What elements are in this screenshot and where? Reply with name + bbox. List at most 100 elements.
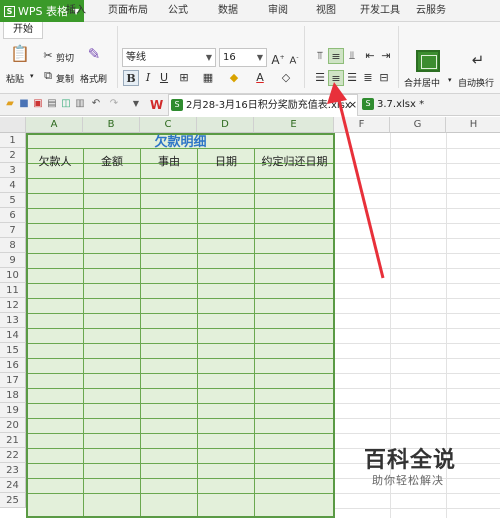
row-header[interactable]: 24 (0, 478, 26, 493)
wps-w-logo-icon: W (150, 98, 164, 112)
clipboard-icon[interactable]: 📋 (10, 46, 30, 68)
copy-icon[interactable]: ⧉ (40, 68, 56, 84)
scissors-icon[interactable]: ✂ (40, 48, 56, 64)
wps-home-tab[interactable]: W (150, 94, 163, 116)
spellcheck-icon[interactable]: ▥ (74, 98, 86, 110)
row-header[interactable]: 5 (0, 193, 26, 208)
column-header[interactable]: G (390, 117, 446, 133)
header-cell[interactable]: 事由 (141, 154, 197, 169)
fill-color-icon[interactable]: ◆ (226, 70, 242, 86)
font-size-select[interactable]: 16 ▼ (219, 48, 267, 67)
format-painter-button[interactable]: 格式刷 (80, 72, 107, 85)
align-bottom-icon[interactable]: ⫫ (344, 48, 360, 64)
align-left-icon[interactable]: ☰ (312, 70, 328, 86)
close-icon[interactable]: × (348, 94, 357, 116)
row-header[interactable]: 6 (0, 208, 26, 223)
row-header[interactable]: 2 (0, 148, 26, 163)
tab-page-layout[interactable]: 页面布局 (108, 0, 148, 22)
distributed-icon[interactable]: ⊟ (376, 70, 392, 86)
column-header[interactable]: D (197, 117, 254, 133)
tab-view[interactable]: 视图 (316, 0, 336, 22)
row-header[interactable]: 8 (0, 238, 26, 253)
decrease-font-icon[interactable]: A- (286, 50, 302, 66)
print-icon[interactable]: ▤ (46, 98, 58, 110)
save-icon[interactable]: ■ (18, 98, 30, 110)
align-middle-icon[interactable]: ≡ (328, 48, 344, 64)
open-folder-icon[interactable]: ▰ (4, 98, 16, 110)
row-header[interactable]: 22 (0, 448, 26, 463)
row-header[interactable]: 14 (0, 328, 26, 343)
redo-icon[interactable]: ↷ (108, 98, 120, 110)
undo-icon[interactable]: ↶ (90, 98, 102, 110)
row-header[interactable]: 15 (0, 343, 26, 358)
paste-button[interactable]: 粘贴 (6, 72, 24, 85)
tab-data[interactable]: 数据 (218, 0, 238, 22)
format-painter-icon[interactable]: ✎ (86, 46, 102, 62)
align-right-icon[interactable]: ☰ (344, 70, 360, 86)
merge-center-button[interactable]: 合并居中 ▾ (402, 50, 454, 89)
row-header[interactable]: 4 (0, 178, 26, 193)
justify-icon[interactable]: ≣ (360, 70, 376, 86)
italic-button[interactable]: I (140, 70, 156, 86)
header-cell[interactable]: 金额 (84, 154, 140, 169)
tab-developer[interactable]: 开发工具 (360, 0, 400, 22)
font-color-icon[interactable]: A (252, 70, 268, 86)
customize-dropdown-icon[interactable]: ▼ (130, 98, 142, 110)
paste-dropdown-icon[interactable]: ▾ (30, 72, 34, 80)
merge-cells-icon (416, 50, 440, 72)
row-header[interactable]: 13 (0, 313, 26, 328)
indent-left-icon[interactable]: ⇤ (362, 48, 378, 64)
row-header[interactable]: 10 (0, 268, 26, 283)
font-name-value: 等线 (126, 52, 146, 63)
row-header[interactable]: 11 (0, 283, 26, 298)
wrap-text-button[interactable]: ↵ 自动换行 (458, 50, 500, 89)
font-size-value: 16 (223, 52, 236, 63)
print-preview-icon[interactable]: ◫ (60, 98, 72, 110)
indent-right-icon[interactable]: ⇥ (378, 48, 394, 64)
row-header[interactable]: 20 (0, 418, 26, 433)
column-header[interactable]: B (83, 117, 140, 133)
doc-tab-1[interactable]: S 2月28-3月16日积分奖励充值表.xlsx (168, 94, 358, 116)
row-header[interactable]: 18 (0, 388, 26, 403)
row-header[interactable]: 12 (0, 298, 26, 313)
column-header[interactable]: C (140, 117, 197, 133)
column-header[interactable]: E (254, 117, 334, 133)
bold-button[interactable]: B (123, 70, 139, 86)
underline-button[interactable]: U (156, 70, 172, 86)
row-header[interactable]: 19 (0, 403, 26, 418)
row-header[interactable]: 3 (0, 163, 26, 178)
cut-button[interactable]: 剪切 (56, 51, 74, 64)
header-cell[interactable]: 约定归还日期 (255, 154, 334, 169)
tab-formulas[interactable]: 公式 (168, 0, 188, 22)
column-header[interactable]: F (334, 117, 390, 133)
column-header[interactable]: H (446, 117, 500, 133)
header-cell[interactable]: 日期 (198, 154, 254, 169)
header-cell[interactable]: 欠款人 (27, 154, 83, 169)
tab-cloud[interactable]: 云服务 (416, 0, 446, 22)
clear-format-icon[interactable]: ◇ (278, 70, 294, 86)
tab-insert[interactable]: 插入 (66, 0, 86, 22)
column-header[interactable]: A (26, 117, 83, 133)
tab-home[interactable]: 开始 (3, 22, 43, 39)
align-center-icon[interactable]: ≡ (328, 70, 344, 86)
border-icon[interactable]: ⊞ (176, 70, 192, 86)
align-top-icon[interactable]: ⫪ (312, 48, 328, 64)
cell-fill-grid-icon[interactable]: ▦ (200, 70, 216, 86)
row-header[interactable]: 1 (0, 133, 26, 148)
watermark-title: 百科全说 (364, 448, 457, 473)
increase-font-icon[interactable]: A+ (270, 50, 286, 67)
row-header[interactable]: 21 (0, 433, 26, 448)
row-header[interactable]: 23 (0, 463, 26, 478)
row-header[interactable]: 25 (0, 493, 26, 508)
doc-tab-2[interactable]: S 3.7.xlsx * (362, 94, 424, 116)
font-name-select[interactable]: 等线 ▼ (122, 48, 216, 67)
copy-button[interactable]: 复制 (56, 72, 74, 85)
row-header[interactable]: 17 (0, 373, 26, 388)
tab-review[interactable]: 审阅 (268, 0, 288, 22)
table-title[interactable]: 欠款明细 (27, 134, 334, 151)
row-header[interactable]: 7 (0, 223, 26, 238)
export-pdf-icon[interactable]: ▣ (32, 98, 44, 110)
row-header[interactable]: 9 (0, 253, 26, 268)
row-header[interactable]: 16 (0, 358, 26, 373)
select-all-corner[interactable] (0, 117, 26, 133)
